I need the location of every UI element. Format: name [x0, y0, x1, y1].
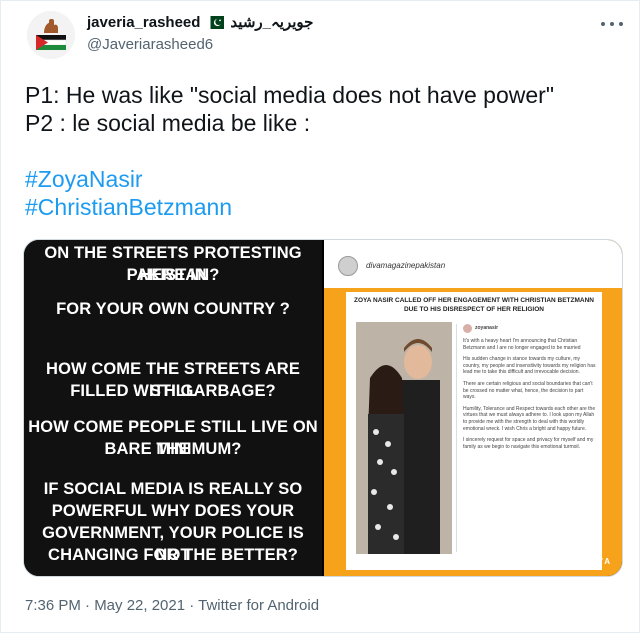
- couple-photo: [356, 322, 452, 554]
- statement-avatar: [463, 324, 472, 333]
- tweet-card: javeria_rasheed جویریہ_رشید @Javeriarash…: [0, 0, 640, 633]
- post-username: divamagazinepakistan: [366, 261, 446, 270]
- avatar[interactable]: [27, 11, 75, 59]
- tweet-timestamp[interactable]: 7:36 PM · May 22, 2021 · Twitter for And…: [25, 597, 319, 614]
- image-text-line: PAKISTAN?: [126, 266, 220, 284]
- news-card: Zoya Nasir Called Off Her Engagement Wit…: [346, 292, 602, 570]
- media-image-left[interactable]: ON THE STREETS PROTESTING HERE IN PAKIST…: [24, 240, 322, 576]
- display-name[interactable]: javeria_rasheed: [87, 14, 200, 31]
- post-avatar: [338, 256, 358, 276]
- statement-paragraph: I sincerely request for space and privac…: [463, 437, 594, 450]
- author-name-row[interactable]: javeria_rasheed جویریہ_رشید: [87, 13, 314, 32]
- diva-logo: DIVA: [585, 557, 612, 566]
- image-text-line: POWERFUL WHY DOES YOUR: [51, 502, 295, 520]
- urdu-name: جویریہ_رشید: [230, 14, 314, 31]
- news-headline: Zoya Nasir Called Off Her Engagement Wit…: [353, 297, 594, 313]
- statement-paragraph: There are certain religious and social b…: [463, 380, 593, 401]
- image-text-line: IF SOCIAL MEDIA IS REALLY SO: [43, 480, 303, 498]
- handle[interactable]: @Javeriarasheed6: [87, 36, 213, 53]
- more-options-icon[interactable]: [601, 15, 623, 33]
- image-text-line: FILLED WITH GARBAGE?: [70, 382, 276, 400]
- tweet-text: P1: He was like "social media does not h…: [25, 81, 625, 221]
- statement-text: zoyanasir It's with a heavy heart I'm an…: [456, 324, 596, 552]
- statement-paragraph: It's with a heavy heart I'm announcing t…: [463, 338, 581, 351]
- tweet-text-line: P1: He was like "social media does not h…: [25, 82, 554, 108]
- hashtag-link[interactable]: #ChristianBetzmann: [25, 193, 625, 221]
- media-image-right[interactable]: divamagazinepakistan Zoya Nasir Called O…: [324, 240, 622, 576]
- statement-paragraph: His sudden change in stance towards my c…: [463, 356, 596, 376]
- tweet-text-line: P2 : le social media be like :: [25, 110, 311, 136]
- image-text-line: BARE MINIMUM?: [104, 440, 242, 458]
- media-grid: ON THE STREETS PROTESTING HERE IN PAKIST…: [23, 239, 623, 577]
- avatar-image: [27, 11, 75, 59]
- statement-paragraph: Humility, Tolerance and Respect towards …: [463, 405, 596, 432]
- instagram-post-header: divamagazinepakistan: [324, 240, 622, 288]
- pakistan-flag-icon: [206, 15, 225, 29]
- image-text-line: CHANGING FOR THE BETTER?: [48, 546, 298, 564]
- image-text-line: FOR YOUR OWN COUNTRY ?: [56, 300, 290, 318]
- statement-username: zoyanasir: [475, 325, 499, 332]
- hashtag-link[interactable]: #ZoyaNasir: [25, 165, 625, 193]
